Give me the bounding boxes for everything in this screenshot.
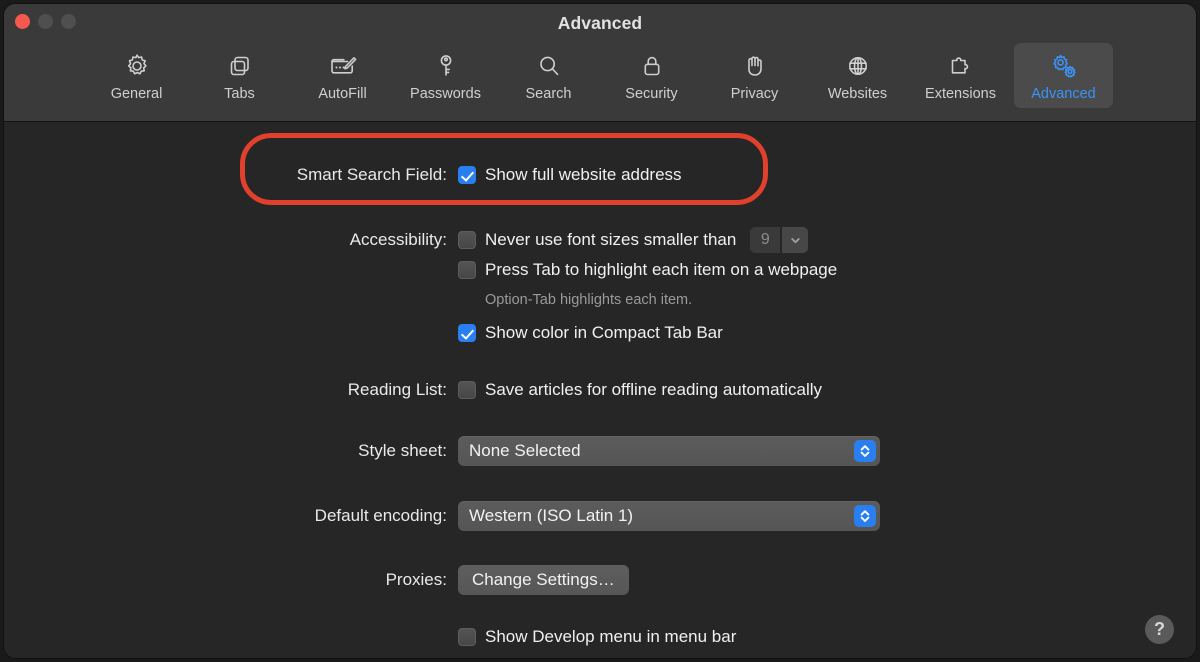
puzzle-icon bbox=[946, 50, 976, 81]
gears-icon bbox=[1049, 50, 1079, 81]
proxies-row: Proxies: Change Settings… bbox=[257, 565, 629, 595]
show-develop-menu-label: Show Develop menu in menu bar bbox=[485, 627, 736, 647]
change-settings-button[interactable]: Change Settings… bbox=[458, 565, 629, 595]
reading-list-row: Reading List: Save articles for offline … bbox=[257, 380, 822, 400]
smart-search-field-label: Smart Search Field: bbox=[257, 165, 458, 185]
tabs-icon bbox=[226, 50, 254, 81]
style-sheet-select[interactable]: None Selected bbox=[458, 436, 880, 466]
develop-menu-row: Show Develop menu in menu bar bbox=[257, 627, 736, 647]
globe-icon bbox=[844, 50, 872, 81]
tab-passwords[interactable]: Passwords bbox=[396, 43, 495, 108]
press-tab-to-highlight-checkbox[interactable] bbox=[458, 261, 476, 279]
show-full-website-address-label: Show full website address bbox=[485, 165, 682, 185]
accessibility-note-row: Option-Tab highlights each item. bbox=[257, 292, 692, 308]
tab-label: Websites bbox=[828, 86, 887, 102]
option-tab-note: Option-Tab highlights each item. bbox=[485, 292, 692, 308]
default-encoding-value: Western (ISO Latin 1) bbox=[458, 506, 633, 526]
show-color-in-compact-tab-bar-checkbox[interactable] bbox=[458, 324, 476, 342]
tab-label: AutoFill bbox=[318, 86, 366, 102]
tab-label: Extensions bbox=[925, 86, 996, 102]
help-button[interactable]: ? bbox=[1145, 615, 1174, 644]
tab-general[interactable]: General bbox=[87, 43, 186, 108]
never-use-font-sizes-smaller-label: Never use font sizes smaller than bbox=[485, 230, 736, 250]
autofill-icon bbox=[328, 50, 358, 81]
advanced-preferences-pane: Smart Search Field: Show full website ad… bbox=[4, 122, 1196, 658]
tab-autofill[interactable]: AutoFill bbox=[293, 43, 392, 108]
proxies-label: Proxies: bbox=[257, 570, 458, 590]
accessibility-press-tab-row: Press Tab to highlight each item on a we… bbox=[257, 260, 837, 280]
lock-icon bbox=[638, 50, 666, 81]
window-titlebar: Advanced General Tabs bbox=[4, 4, 1196, 122]
tab-label: Search bbox=[526, 86, 572, 102]
default-encoding-select[interactable]: Western (ISO Latin 1) bbox=[458, 501, 880, 531]
tab-label: Security bbox=[625, 86, 677, 102]
tab-label: General bbox=[111, 86, 163, 102]
minimum-font-size-select[interactable]: 9 bbox=[750, 227, 808, 253]
gear-icon bbox=[123, 50, 151, 81]
tab-label: Privacy bbox=[731, 86, 779, 102]
tab-websites[interactable]: Websites bbox=[808, 43, 907, 108]
tab-privacy[interactable]: Privacy bbox=[705, 43, 804, 108]
tab-advanced[interactable]: Advanced bbox=[1014, 43, 1113, 108]
preferences-toolbar: General Tabs bbox=[4, 43, 1196, 108]
chevron-up-down-icon bbox=[854, 505, 876, 527]
chevron-down-icon bbox=[782, 227, 808, 253]
tab-extensions[interactable]: Extensions bbox=[911, 43, 1010, 108]
tab-search[interactable]: Search bbox=[499, 43, 598, 108]
accessibility-label: Accessibility: bbox=[257, 230, 458, 250]
minimum-font-size-value: 9 bbox=[750, 227, 780, 253]
search-icon bbox=[535, 50, 563, 81]
preferences-window: Advanced General Tabs bbox=[4, 4, 1196, 658]
never-use-font-sizes-smaller-checkbox[interactable] bbox=[458, 231, 476, 249]
key-icon bbox=[432, 50, 460, 81]
show-color-in-compact-tab-bar-label: Show color in Compact Tab Bar bbox=[485, 323, 723, 343]
style-sheet-label: Style sheet: bbox=[257, 441, 458, 461]
window-title: Advanced bbox=[4, 13, 1196, 34]
default-encoding-row: Default encoding: Western (ISO Latin 1) bbox=[257, 501, 880, 531]
chevron-up-down-icon bbox=[854, 440, 876, 462]
show-full-website-address-checkbox[interactable] bbox=[458, 166, 476, 184]
accessibility-font-size-row: Accessibility: Never use font sizes smal… bbox=[257, 227, 808, 253]
tab-label: Passwords bbox=[410, 86, 481, 102]
style-sheet-value: None Selected bbox=[458, 441, 581, 461]
accessibility-compact-tab-bar-row: Show color in Compact Tab Bar bbox=[257, 323, 723, 343]
smart-search-field-row: Smart Search Field: Show full website ad… bbox=[257, 165, 682, 185]
style-sheet-row: Style sheet: None Selected bbox=[257, 436, 880, 466]
save-articles-offline-label: Save articles for offline reading automa… bbox=[485, 380, 822, 400]
show-develop-menu-checkbox[interactable] bbox=[458, 628, 476, 646]
tab-tabs[interactable]: Tabs bbox=[190, 43, 289, 108]
default-encoding-label: Default encoding: bbox=[257, 506, 458, 526]
tab-security[interactable]: Security bbox=[602, 43, 701, 108]
press-tab-to-highlight-label: Press Tab to highlight each item on a we… bbox=[485, 260, 837, 280]
save-articles-offline-checkbox[interactable] bbox=[458, 381, 476, 399]
tab-label: Advanced bbox=[1031, 86, 1096, 102]
tab-label: Tabs bbox=[224, 86, 255, 102]
hand-icon bbox=[741, 50, 769, 81]
reading-list-label: Reading List: bbox=[257, 380, 458, 400]
